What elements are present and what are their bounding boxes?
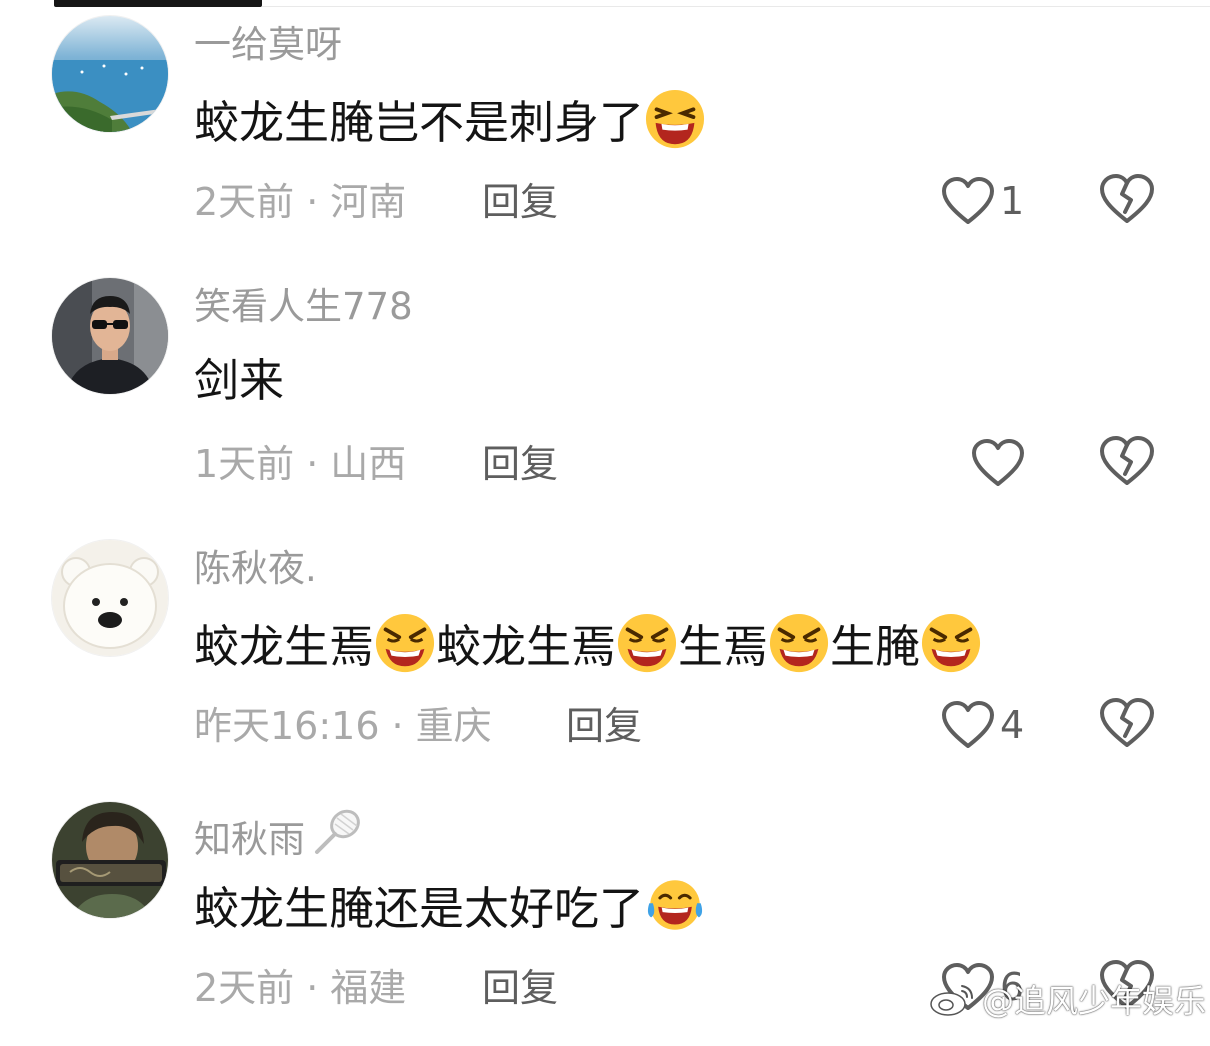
badminton-racket-icon [315, 809, 360, 854]
dislike-button[interactable] [1098, 434, 1156, 492]
dislike-button[interactable] [1098, 172, 1156, 230]
comment-meta: 1天前 · 山西 [194, 438, 406, 490]
comment-meta: 2天前 · 河南 [194, 176, 406, 228]
comment-time: 1天前 [194, 442, 295, 486]
comment-text-segment: 生腌 [830, 620, 921, 673]
comment-meta: 2天前 · 福建 [194, 962, 406, 1014]
like-button[interactable] [970, 434, 1030, 492]
username[interactable]: 一给莫呀 [194, 20, 342, 70]
comment-time: 2天前 [194, 966, 295, 1010]
reply-button[interactable]: 回复 [482, 176, 558, 228]
avatar[interactable] [52, 802, 168, 918]
heart-outline-icon [972, 439, 1024, 486]
like-count: 1 [1000, 179, 1025, 223]
comment-text-segment: 蛟龙生焉 [194, 620, 375, 673]
comment-text: 剑来 [194, 350, 284, 412]
heart-outline-icon [942, 177, 994, 224]
comment-text-segment: 蛟龙生腌岂不是刺身了 [194, 96, 645, 149]
broken-heart-icon [1100, 436, 1154, 485]
comment-location: 重庆 [415, 704, 492, 748]
weibo-logo-icon [930, 985, 973, 1016]
angry-grin-emoji [769, 613, 829, 673]
meta-separator: · [306, 966, 319, 1010]
comment-time: 昨天16:16 [194, 704, 380, 748]
reply-button[interactable]: 回复 [482, 438, 558, 490]
watermark-text: @追风少年娱乐 [982, 982, 1207, 1020]
username[interactable]: 知秋雨 [194, 806, 365, 865]
comment-text: 蛟龙生腌岂不是刺身了 [194, 88, 706, 154]
meta-separator: · [306, 180, 319, 224]
angry-grin-emoji [922, 613, 981, 673]
avatar[interactable] [52, 540, 168, 656]
comment-time: 2天前 [194, 180, 295, 224]
dislike-button[interactable] [1098, 696, 1156, 754]
comment-item: 陈秋夜. 蛟龙生焉 蛟龙生焉 生焉 生腌 昨天16:16 · 重庆 回复 4 [0, 524, 1210, 784]
comment-text-segment: 剑来 [194, 354, 285, 407]
tears-of-joy-emoji [647, 880, 703, 930]
comment-text-segment: 生焉 [678, 620, 769, 673]
comment-location: 福建 [330, 966, 407, 1010]
comment-location: 山西 [330, 442, 407, 486]
angry-grin-emoji [375, 613, 435, 673]
heart-outline-icon [942, 701, 994, 748]
broken-heart-icon [1100, 698, 1154, 747]
comment-text-segment: 蛟龙生腌还是太好吃了 [194, 882, 645, 935]
watermark: @追风少年娱乐 [928, 976, 1206, 1022]
comment-item: 一给莫呀 蛟龙生腌岂不是刺身了 2天前 · 河南 回复 1 [0, 0, 1210, 260]
laughing-squint-emoji [645, 89, 705, 149]
meta-separator: · [391, 704, 404, 748]
comment-item: 笑看人生778 剑来 1天前 · 山西 回复 [0, 262, 1210, 522]
comment-text: 蛟龙生腌还是太好吃了 [194, 874, 706, 940]
like-button[interactable]: 4 [940, 696, 1024, 754]
broken-heart-icon [1100, 174, 1154, 223]
meta-separator: · [306, 442, 319, 486]
like-button[interactable]: 1 [940, 172, 1024, 230]
angry-grin-emoji [617, 613, 677, 673]
comment-location: 河南 [330, 180, 407, 224]
like-count: 4 [1000, 703, 1025, 747]
username-text: 知秋雨 [194, 818, 305, 861]
comment-text: 蛟龙生焉 蛟龙生焉 生焉 生腌 [194, 612, 982, 678]
reply-button[interactable]: 回复 [566, 700, 642, 752]
comment-meta: 昨天16:16 · 重庆 [194, 700, 492, 752]
username[interactable]: 笑看人生778 [194, 282, 413, 332]
username[interactable]: 陈秋夜. [194, 544, 317, 594]
avatar[interactable] [52, 278, 168, 394]
reply-button[interactable]: 回复 [482, 962, 558, 1014]
comment-text-segment: 蛟龙生焉 [436, 620, 617, 673]
avatar[interactable] [52, 16, 168, 132]
